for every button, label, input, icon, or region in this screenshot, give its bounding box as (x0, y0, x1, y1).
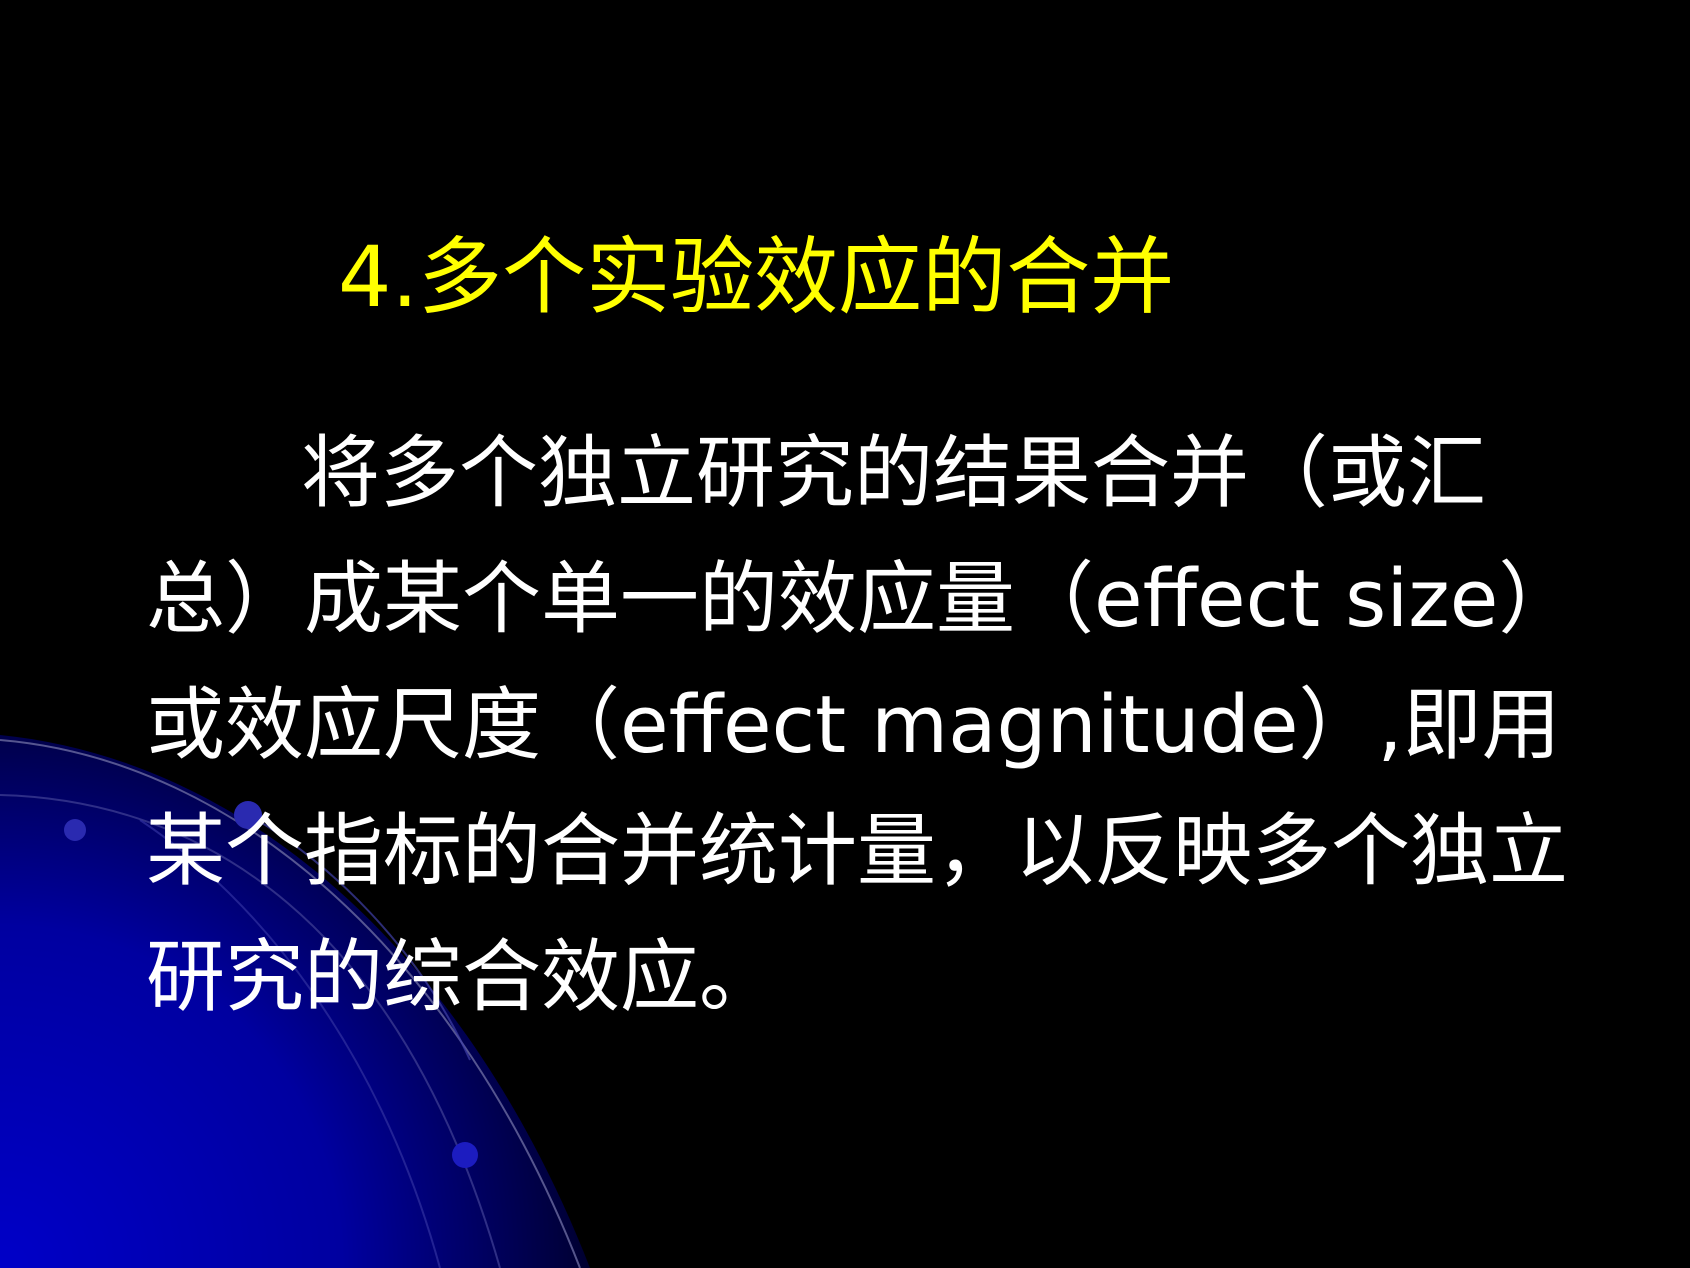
slide-title: 4.多个实验效应的合并 (338, 228, 1175, 326)
slide: 4.多个实验效应的合并 将多个独立研究的结果合并（或汇总）成某个单一的效应量（e… (0, 0, 1690, 1268)
slide-body-text: 将多个独立研究的结果合并（或汇总）成某个单一的效应量（effect size）或… (146, 427, 1578, 1023)
decor-dot-1 (64, 819, 86, 841)
decor-dot-3 (452, 1142, 478, 1168)
